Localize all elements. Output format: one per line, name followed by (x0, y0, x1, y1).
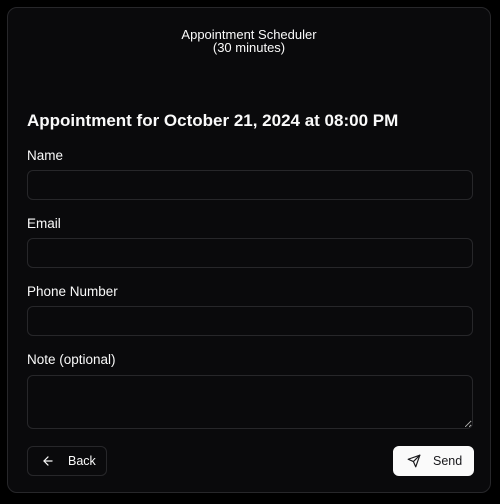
scheduler-header: Appointment Scheduler (30 minutes) (8, 28, 490, 54)
send-icon (407, 454, 421, 468)
name-field[interactable] (27, 170, 473, 200)
email-label: Email (27, 216, 61, 231)
send-button[interactable]: Send (393, 446, 474, 476)
email-field[interactable] (27, 238, 473, 268)
phone-field[interactable] (27, 306, 473, 336)
note-label: Note (optional) (27, 352, 116, 367)
phone-label: Phone Number (27, 284, 118, 299)
scheduler-duration: (30 minutes) (212, 40, 286, 55)
appointment-title: Appointment for October 21, 2024 at 08:0… (27, 111, 399, 130)
note-field[interactable] (27, 375, 473, 429)
appointment-card: Appointment Scheduler (30 minutes) Appoi… (7, 7, 491, 493)
send-button-label: Send (433, 454, 463, 468)
back-button-label: Back (68, 454, 96, 468)
name-label: Name (27, 148, 64, 163)
back-button[interactable]: Back (27, 446, 107, 476)
arrow-left-icon (41, 454, 55, 468)
